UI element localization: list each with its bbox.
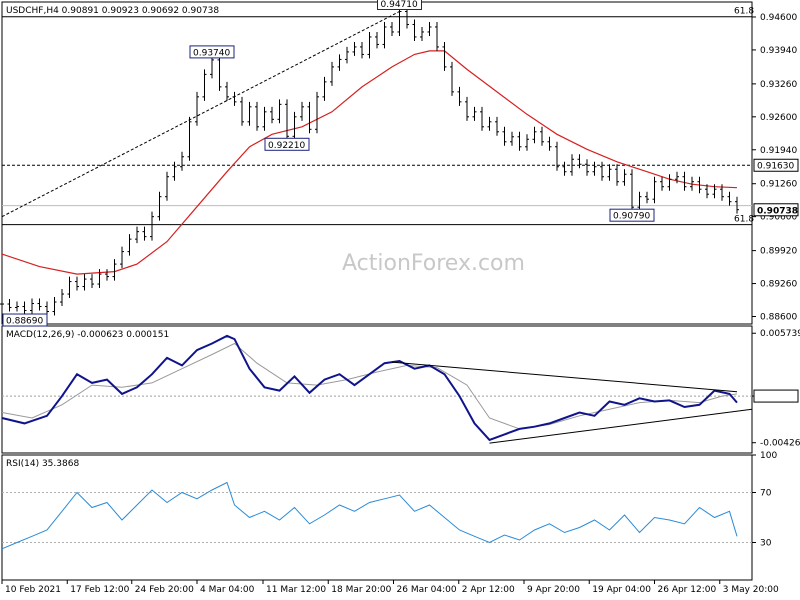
price-point-label: 0.88690 xyxy=(6,317,43,327)
price-point-label: 0.90790 xyxy=(613,212,650,222)
macd-line xyxy=(1,334,738,442)
price-tag: 0.91630 xyxy=(757,162,794,172)
macd-y-tick-label: -0.004261 xyxy=(760,439,800,449)
watermark: ActionForex.com xyxy=(342,251,525,276)
x-tick-label: 24 Feb 20:00 xyxy=(135,585,194,595)
x-tick-label: 19 Apr 04:00 xyxy=(592,585,651,595)
price-y-tick-label: 0.94600 xyxy=(760,13,797,23)
price-point-label: 0.93740 xyxy=(193,48,230,58)
price-y-tick-label: 0.91260 xyxy=(760,180,797,190)
x-tick-label: 3 May 20:00 xyxy=(723,585,779,595)
price-y-tick-label: 0.91940 xyxy=(760,146,797,156)
price-trendline xyxy=(1,11,400,218)
macd-header: MACD(12,26,9) -0.000623 0.000151 xyxy=(6,330,169,340)
price-header: USDCHF,H4 0.90891 0.90923 0.90692 0.9073… xyxy=(6,6,219,16)
x-tick-label: 18 Mar 20:00 xyxy=(331,585,391,595)
fib-label: 61.8 xyxy=(734,215,754,225)
x-tick-label: 26 Mar 04:00 xyxy=(397,585,457,595)
price-point-label: 0.94710 xyxy=(381,0,418,10)
x-tick-label: 26 Apr 12:00 xyxy=(658,585,717,595)
x-tick-label: 4 Mar 04:00 xyxy=(200,585,255,595)
x-tick-label: 2 Apr 12:00 xyxy=(462,585,515,595)
rsi-y-tick-label: 30 xyxy=(760,539,772,549)
fib-label: 61.8 xyxy=(734,7,754,17)
macd-y-tick-label: 0.005739 xyxy=(760,329,800,339)
chart-svg: USDCHF,H4 0.90891 0.90923 0.90692 0.9073… xyxy=(0,0,800,595)
price-y-tick-label: 0.89260 xyxy=(760,280,797,290)
macd-zero-tag-box xyxy=(753,389,799,403)
macd-signal-line xyxy=(1,342,738,430)
price-y-tick-label: 0.89920 xyxy=(760,247,797,257)
price-tag: 0.90738 xyxy=(757,206,798,216)
x-tick-label: 10 Feb 2021 xyxy=(5,585,61,595)
panel-frame-1 xyxy=(1,325,753,454)
rsi-header: RSI(14) 35.3868 xyxy=(6,459,79,469)
price-point-label: 0.92210 xyxy=(268,141,305,151)
price-y-tick-label: 0.92600 xyxy=(760,113,797,123)
x-tick-label: 11 Mar 12:00 xyxy=(266,585,326,595)
price-y-tick-label: 0.88600 xyxy=(760,313,797,323)
price-y-tick-label: 0.93260 xyxy=(760,80,797,90)
rsi-y-tick-label: 100 xyxy=(760,451,777,461)
price-y-tick-label: 0.93940 xyxy=(760,46,797,56)
panel-frame-2 xyxy=(1,454,753,581)
price-ma-line xyxy=(1,50,738,275)
chart-stage: USDCHF,H4 0.90891 0.90923 0.90692 0.9073… xyxy=(0,0,800,600)
x-tick-label: 9 Apr 20:00 xyxy=(527,585,580,595)
macd-trendline xyxy=(391,361,738,393)
x-tick-label: 17 Feb 12:00 xyxy=(70,585,129,595)
macd-trendline xyxy=(489,408,753,444)
rsi-y-tick-label: 70 xyxy=(760,489,772,499)
